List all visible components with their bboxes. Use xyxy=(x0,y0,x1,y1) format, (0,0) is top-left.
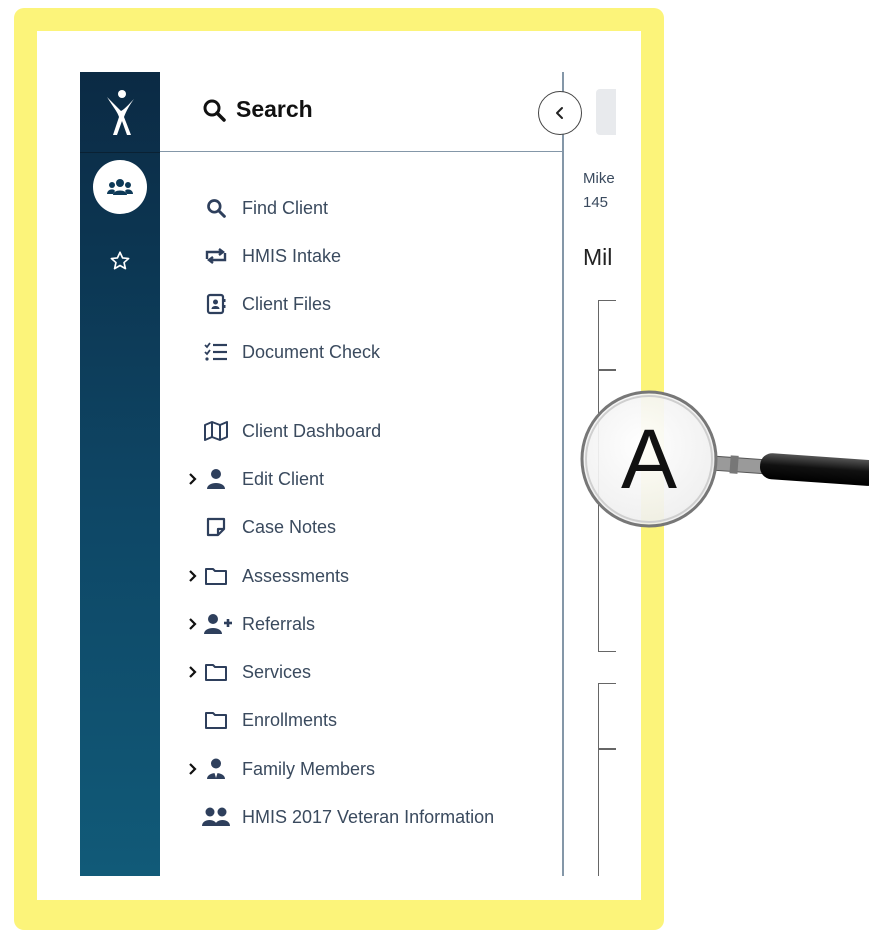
panel-header: Search xyxy=(160,72,562,152)
user-icon xyxy=(204,468,228,490)
contact-file-icon xyxy=(204,293,228,315)
app-window: Search Find Client HMIS Intake Client Fi… xyxy=(80,72,616,876)
menu-item-label: HMIS Intake xyxy=(242,246,342,266)
folder-icon xyxy=(204,709,228,731)
client-title-fragment: Mil xyxy=(583,244,613,270)
user-plus-icon xyxy=(204,613,232,635)
menu-item-label: HMIS 2017 Veteran Information xyxy=(242,807,495,827)
repeat-icon xyxy=(204,245,228,267)
logo-figure-icon xyxy=(107,90,134,135)
chevron-right-icon[interactable] xyxy=(186,614,200,634)
content-card-outline xyxy=(598,683,616,876)
users-group-icon xyxy=(107,179,133,195)
menu-item-case-notes[interactable]: Case Notes xyxy=(160,512,560,542)
search-icon xyxy=(204,197,228,219)
menu-item-label: Client Files xyxy=(242,294,332,314)
chevron-right-icon[interactable] xyxy=(186,469,200,489)
menu-item-client-dashboard[interactable]: Client Dashboard xyxy=(160,416,560,446)
chevron-left-icon xyxy=(556,107,563,119)
chevron-right-icon[interactable] xyxy=(186,662,200,682)
menu-item-hmis-intake[interactable]: HMIS Intake xyxy=(160,241,560,271)
menu-item-assessments[interactable]: Assessments xyxy=(160,561,560,591)
menu-item-label: Services xyxy=(242,662,312,682)
content-card-divider xyxy=(598,369,616,371)
menu-item-veteran-information[interactable]: HMIS 2017 Veteran Information xyxy=(160,802,560,832)
menu-item-edit-client[interactable]: Edit Client xyxy=(160,464,560,494)
user-tie-icon xyxy=(204,758,228,780)
left-rail xyxy=(80,72,160,876)
annotation-label: A xyxy=(620,411,678,506)
menu-item-label: Document Check xyxy=(242,342,381,362)
search-heading[interactable]: Search xyxy=(202,96,313,123)
menu-item-label: Family Members xyxy=(242,759,376,779)
search-heading-label: Search xyxy=(236,96,313,122)
panel-divider xyxy=(562,72,564,876)
menu-item-label: Referrals xyxy=(242,614,316,634)
client-id-fragment: 145 xyxy=(583,194,609,211)
chevron-right-icon[interactable] xyxy=(186,566,200,586)
menu-item-label: Find Client xyxy=(242,198,329,218)
toolbar-button-partial[interactable] xyxy=(596,89,616,135)
menu-item-enrollments[interactable]: Enrollments xyxy=(160,705,560,735)
checklist-icon xyxy=(204,341,228,363)
content-card-divider xyxy=(598,748,616,750)
menu-item-label: Case Notes xyxy=(242,517,337,537)
menu-item-family-members[interactable]: Family Members xyxy=(160,754,560,784)
menu-item-referrals[interactable]: Referrals xyxy=(160,609,560,639)
app-logo[interactable] xyxy=(80,72,160,152)
map-icon xyxy=(204,420,228,442)
menu-item-services[interactable]: Services xyxy=(160,657,560,687)
menu-item-label: Client Dashboard xyxy=(242,421,382,441)
search-icon xyxy=(203,99,226,122)
users-icon xyxy=(202,806,230,828)
menu-item-document-check[interactable]: Document Check xyxy=(160,337,560,367)
menu-item-client-files[interactable]: Client Files xyxy=(160,289,560,319)
menu-item-label: Assessments xyxy=(242,566,350,586)
star-icon xyxy=(110,251,130,270)
menu-item-label: Edit Client xyxy=(242,469,325,489)
favorites-nav-button[interactable] xyxy=(107,248,133,274)
note-icon xyxy=(204,516,228,538)
folder-icon xyxy=(204,661,228,683)
rail-divider xyxy=(80,152,160,153)
collapse-panel-button[interactable] xyxy=(538,91,582,135)
folder-icon xyxy=(204,565,228,587)
menu-item-find-client[interactable]: Find Client xyxy=(160,193,560,223)
client-name-fragment: Mike xyxy=(583,170,615,187)
chevron-right-icon[interactable] xyxy=(186,759,200,779)
menu-item-label: Enrollments xyxy=(242,710,338,730)
clients-nav-button[interactable] xyxy=(93,160,147,214)
